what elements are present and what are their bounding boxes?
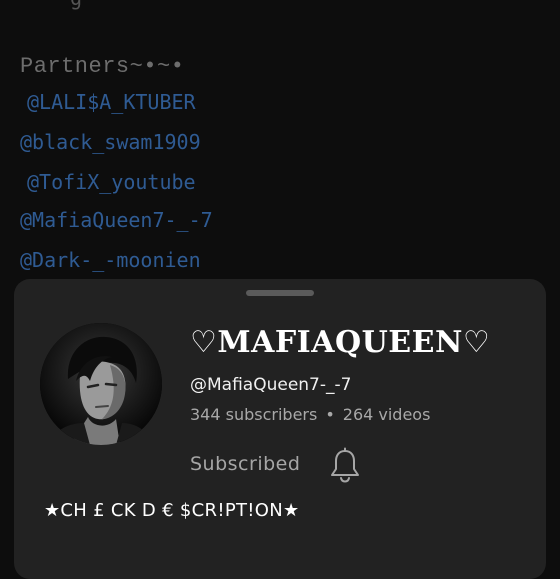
partner-link[interactable]: @LALI$A_KTUBER <box>27 90 196 114</box>
partner-link[interactable]: @TofiX_youtube <box>27 170 196 194</box>
partner-link[interactable]: @Dark-_-moonien <box>20 248 201 272</box>
channel-handle: @MafiaQueen7-_-7 <box>190 375 352 395</box>
channel-bottom-sheet: ♡MAFIAQUEEN♡ @MafiaQueen7-_-7 344 subscr… <box>14 279 546 579</box>
channel-name: ♡MAFIAQUEEN♡ <box>190 325 491 360</box>
page: g Partners~•~• @LALI$A_KTUBER @black_swa… <box>0 0 560 579</box>
top-text-fragment: g <box>70 0 82 10</box>
video-count: 264 videos <box>342 405 431 424</box>
partner-link[interactable]: @black_swam1909 <box>20 130 201 154</box>
subscriber-count: 344 subscribers <box>190 405 318 424</box>
subscribed-button[interactable]: Subscribed <box>190 453 300 475</box>
drag-handle[interactable] <box>246 290 314 296</box>
channel-description[interactable]: ★CH £ CK D € $CR!PT!ON★ <box>44 500 299 521</box>
partner-link[interactable]: @MafiaQueen7-_-7 <box>20 208 213 232</box>
channel-stats: 344 subscribers • 264 videos <box>190 405 430 424</box>
stats-separator: • <box>325 405 335 424</box>
notification-bell-icon[interactable] <box>328 447 362 483</box>
profile-photo-icon <box>40 323 162 445</box>
partners-title: Partners~•~• <box>20 54 185 79</box>
channel-avatar[interactable] <box>40 323 162 445</box>
